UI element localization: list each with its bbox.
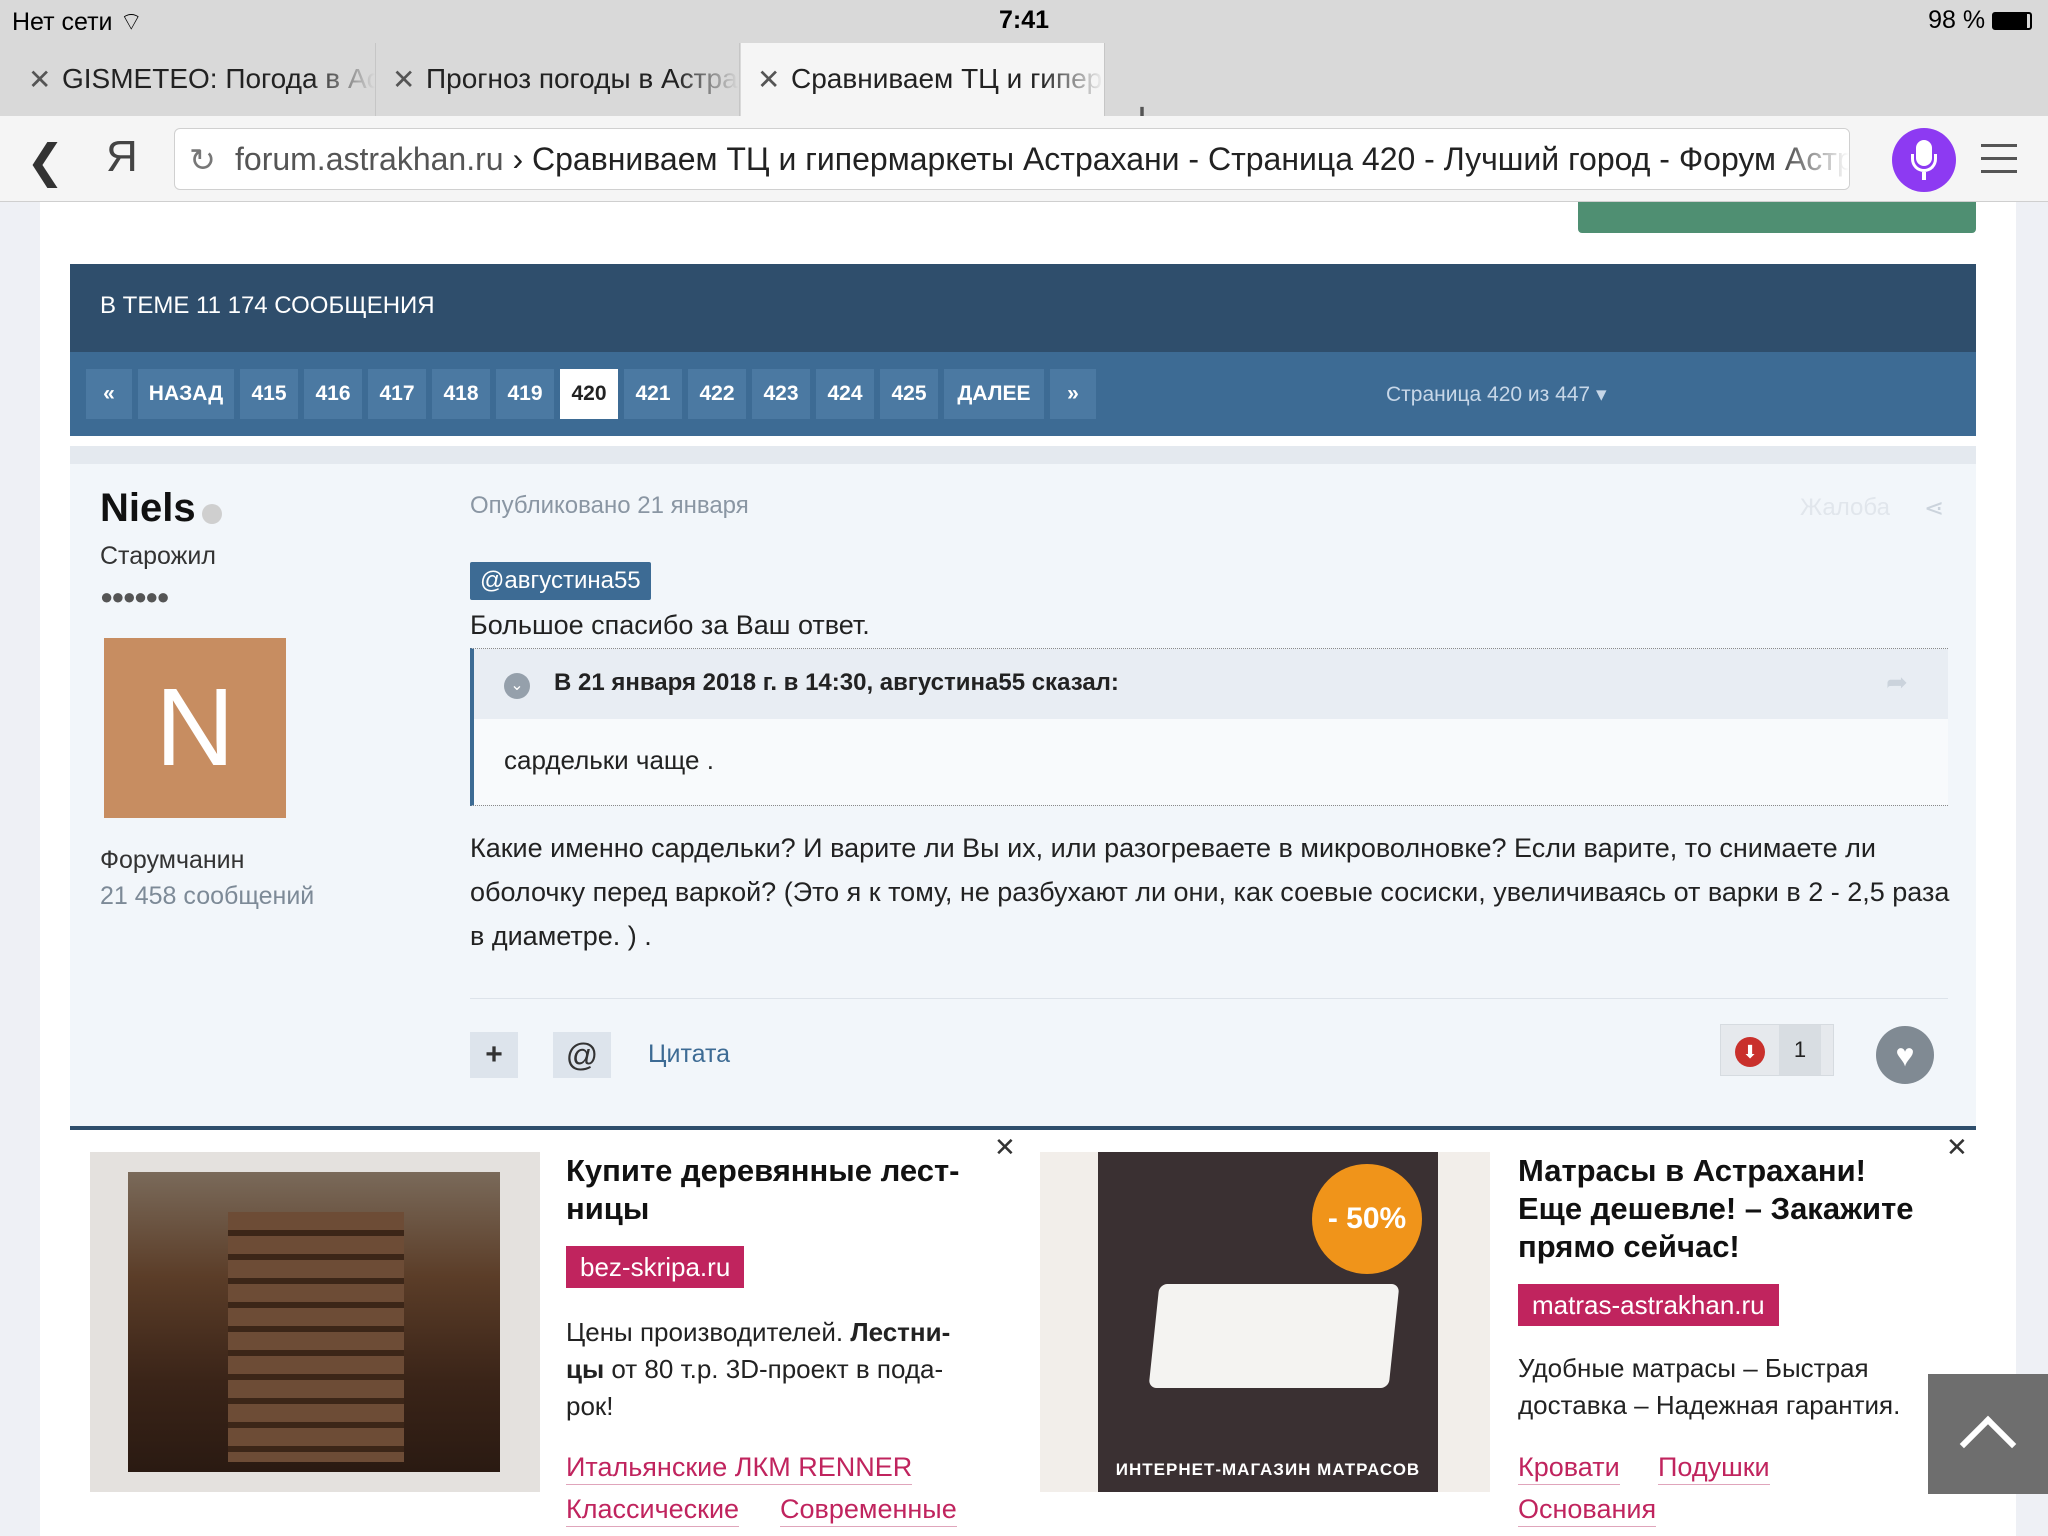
reputation-widget: ⬇ 1 — [1720, 1024, 1834, 1076]
first-page-button[interactable]: « — [86, 369, 132, 419]
ad-title[interactable]: Купите деревянные лест-ницы — [566, 1152, 986, 1228]
quote-source-arrow-icon[interactable]: ➦ — [1886, 667, 1908, 698]
url-page-title: Сравниваем ТЦ и гипермаркеты Астрахани -… — [532, 141, 1850, 177]
discount-badge: - 50% — [1312, 1164, 1422, 1274]
offline-status-icon — [202, 504, 222, 524]
author-rank: Старожил — [100, 542, 216, 570]
page-button[interactable]: 425 — [880, 369, 938, 419]
post-date[interactable]: Опубликовано 21 января — [470, 492, 749, 520]
page-jump-dropdown[interactable]: Страница 420 из 447 ▾ — [1386, 382, 1607, 407]
ad-link[interactable]: Кровати — [1518, 1450, 1620, 1485]
pagination: « НАЗАД 415 416 417 418 419 420 421 422 … — [70, 352, 1976, 436]
battery-icon — [1992, 12, 2032, 30]
ad-text: Удобные матрасы – Быстрая доставка – Над… — [1518, 1353, 1901, 1420]
battery-status: 98 % — [1928, 6, 2032, 35]
page-button[interactable]: 415 — [240, 369, 298, 419]
reputation-count: 1 — [1779, 1025, 1821, 1075]
ad-link[interactable]: Подушки — [1658, 1450, 1770, 1485]
ad-image-caption: ИНТЕРНЕТ-МАГАЗИН МАТРАСОВ — [1115, 1460, 1421, 1479]
rank-pips: ●●●●●● — [100, 584, 170, 609]
report-link[interactable]: Жалоба — [1800, 494, 1890, 522]
collapse-chevron-icon[interactable]: ⌄ — [504, 673, 530, 699]
microphone-icon[interactable] — [1892, 128, 1956, 192]
ad-link[interactable]: Основания — [1518, 1492, 1657, 1527]
topic-post-count: В ТЕМЕ 11 174 СООБЩЕНИЯ — [100, 292, 435, 319]
heart-icon[interactable]: ♥ — [1876, 1026, 1934, 1084]
tab-weather-forecast[interactable]: ✕ Прогноз погоды в Астрахани — [376, 43, 740, 116]
quote-text: сардельки чаще . — [504, 745, 714, 775]
url-field[interactable]: ↻ forum.astrakhan.ru › Сравниваем ТЦ и г… — [174, 128, 1850, 190]
address-bar: ❮ Я ↻ forum.astrakhan.ru › Сравниваем ТЦ… — [0, 116, 2048, 202]
share-icon[interactable]: ⋖ — [1924, 494, 1944, 523]
ad-link[interactable]: Современные — [780, 1492, 957, 1527]
chevron-up-icon — [1959, 1415, 2017, 1473]
page-button[interactable]: 424 — [816, 369, 874, 419]
clock: 7:41 — [998, 6, 1050, 34]
back-arrow-icon[interactable]: ❮ — [26, 134, 65, 188]
close-icon[interactable]: ✕ — [994, 1132, 1016, 1163]
tab-bar: ✕ GISMETEO: Погода в Астрахани ✕ Прогноз… — [0, 40, 2048, 146]
multiquote-plus-button[interactable]: + — [470, 1032, 518, 1078]
close-icon[interactable]: ✕ — [757, 63, 780, 96]
quote-block: ⌄ В 21 января 2018 г. в 14:30, августина… — [470, 648, 1948, 806]
page-button[interactable]: 416 — [304, 369, 362, 419]
url-domain: forum.astrakhan.ru — [235, 141, 504, 177]
status-bar: Нет сети ⌔ 7:41 98 % — [0, 0, 2048, 40]
post-text-line: Большое спасибо за Ваш ответ. — [470, 610, 870, 640]
reload-icon[interactable]: ↻ — [189, 141, 216, 179]
ad-title[interactable]: Матрасы в Астрахани! Еще дешевле! – Зака… — [1518, 1152, 1938, 1266]
close-icon[interactable]: ✕ — [392, 63, 415, 96]
quote-button[interactable]: Цитата — [648, 1040, 730, 1069]
close-icon[interactable]: ✕ — [28, 63, 51, 96]
scroll-to-top-button[interactable] — [1928, 1374, 2048, 1494]
post-body: Какие именно сардельки? И варите ли Вы и… — [470, 833, 1950, 951]
quote-citation: В 21 января 2018 г. в 14:30, августина55… — [554, 669, 1119, 696]
tab-active-forum[interactable]: ✕ Сравниваем ТЦ и гипермаркеты Астрахани — [741, 43, 1105, 116]
next-page-button[interactable]: ДАЛЕЕ — [944, 369, 1044, 419]
topic-header: В ТЕМЕ 11 174 СООБЩЕНИЯ — [70, 264, 1976, 352]
prev-page-button[interactable]: НАЗАД — [138, 369, 234, 419]
ad-text: Цены производителей. Лестни-цы от 80 т.р… — [566, 1317, 951, 1421]
ad-link[interactable]: Итальянские ЛКМ RENNER — [566, 1450, 913, 1485]
yandex-logo[interactable]: Я — [106, 132, 138, 182]
mention-at-button[interactable]: @ — [553, 1032, 611, 1078]
tab-gismeteo[interactable]: ✕ GISMETEO: Погода в Астрахани — [12, 43, 376, 116]
mattress-picture — [1148, 1284, 1400, 1388]
ad-link[interactable]: Классические — [566, 1492, 740, 1527]
ad-domain[interactable]: bez-skripa.ru — [566, 1246, 745, 1288]
current-page-button[interactable]: 420 — [560, 369, 618, 419]
quote-header: ⌄ В 21 января 2018 г. в 14:30, августина… — [474, 649, 1948, 719]
last-page-button[interactable]: » — [1050, 369, 1096, 419]
page-button[interactable]: 417 — [368, 369, 426, 419]
author-group: Форумчанин — [100, 846, 245, 874]
post-author[interactable]: Niels — [100, 486, 196, 531]
page-button[interactable]: 421 — [624, 369, 682, 419]
avatar[interactable]: N — [104, 638, 286, 818]
downvote-arrow-icon[interactable]: ⬇ — [1735, 1037, 1765, 1067]
page-button[interactable]: 419 — [496, 369, 554, 419]
hamburger-menu-icon[interactable] — [1981, 144, 2017, 183]
close-icon[interactable]: ✕ — [1946, 1132, 1968, 1163]
mention-tag[interactable]: @августина55 — [470, 562, 651, 600]
ad-image-stairs[interactable] — [90, 1152, 540, 1492]
green-action-button[interactable] — [1578, 202, 1976, 233]
page-button[interactable]: 418 — [432, 369, 490, 419]
author-post-count: 21 458 сообщений — [100, 882, 315, 910]
page-button[interactable]: 422 — [688, 369, 746, 419]
page-button[interactable]: 423 — [752, 369, 810, 419]
ad-image-mattress[interactable]: - 50% ИНТЕРНЕТ-МАГАЗИН МАТРАСОВ — [1040, 1152, 1490, 1492]
ad-domain[interactable]: matras-astrakhan.ru — [1518, 1284, 1779, 1326]
